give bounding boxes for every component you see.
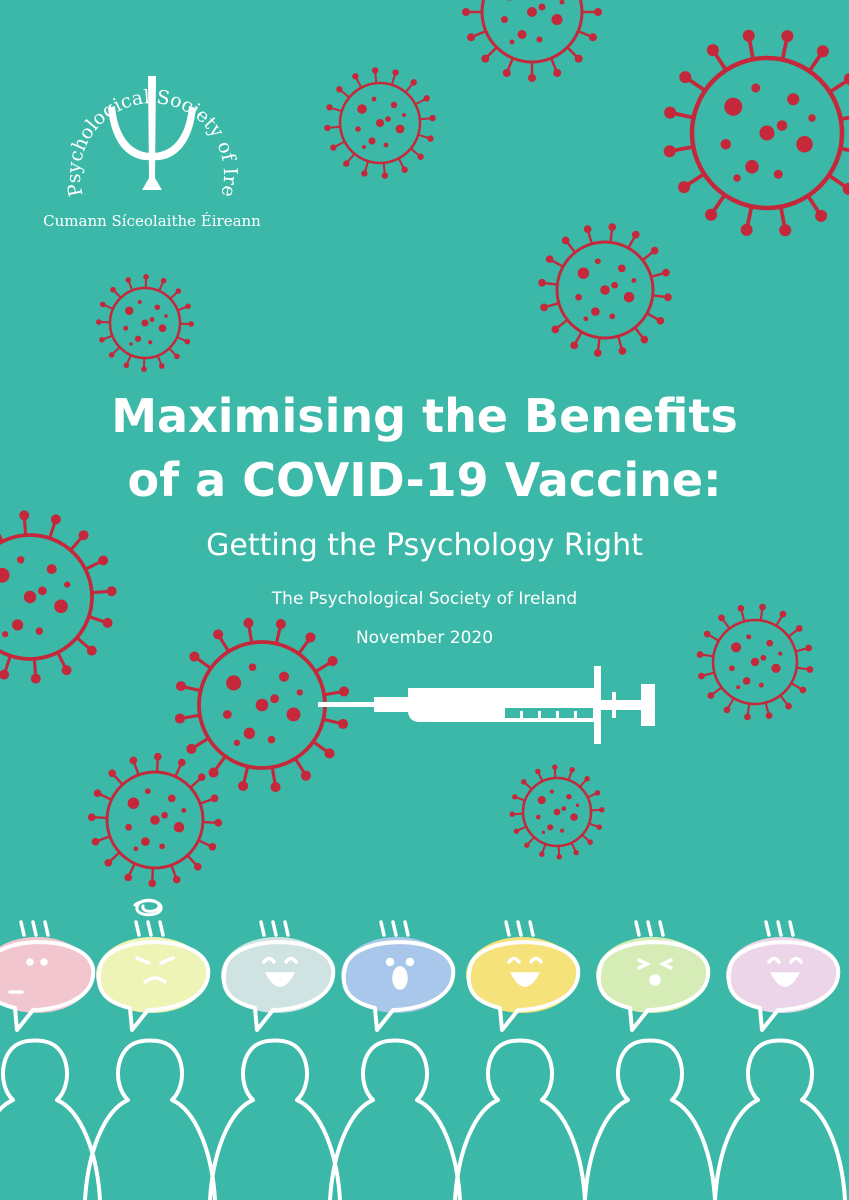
people-with-speech-bubbles bbox=[0, 898, 847, 1200]
person-outline bbox=[328, 1038, 462, 1200]
speech-bubble bbox=[0, 920, 96, 1032]
virus-icon bbox=[324, 67, 436, 179]
subtitle: Getting the Psychology Right bbox=[206, 528, 643, 563]
organisation-name: The Psychological Society of Ireland bbox=[271, 589, 578, 609]
speech-bubble bbox=[466, 920, 581, 1032]
virus-icon bbox=[663, 29, 849, 237]
virus-icon bbox=[462, 0, 602, 82]
virus-icon bbox=[96, 274, 194, 372]
publication-date: November 2020 bbox=[355, 628, 494, 648]
title-line-2: of a COVID-19 Vaccine: bbox=[127, 453, 722, 507]
speech-bubble bbox=[341, 920, 456, 1032]
psi-logo: The Psychological Society of Ireland Cum… bbox=[0, 0, 261, 230]
person-outline bbox=[453, 1038, 587, 1200]
document-cover: The Psychological Society of Ireland Cum… bbox=[0, 0, 849, 1200]
virus-icon bbox=[87, 752, 223, 888]
person-with-speech-bubble bbox=[83, 898, 217, 1200]
person-outline bbox=[208, 1038, 342, 1200]
virus-icon bbox=[696, 603, 814, 721]
person-with-speech-bubble bbox=[208, 920, 342, 1200]
person-with-speech-bubble bbox=[0, 920, 102, 1200]
speech-bubble bbox=[726, 920, 841, 1032]
person-with-speech-bubble bbox=[453, 920, 587, 1200]
speech-bubble bbox=[596, 920, 711, 1032]
person-outline bbox=[713, 1038, 847, 1200]
speech-bubble bbox=[96, 898, 211, 1032]
title-line-1: Maximising the Benefits bbox=[111, 389, 738, 443]
speech-bubble bbox=[221, 920, 336, 1032]
virus-icon bbox=[538, 223, 672, 357]
person-with-speech-bubble bbox=[583, 920, 717, 1200]
person-outline bbox=[83, 1038, 217, 1200]
syringe-icon bbox=[318, 666, 655, 744]
person-outline bbox=[0, 1038, 102, 1200]
person-with-speech-bubble bbox=[713, 920, 847, 1200]
logo-name-text: The Psychological Society of Ireland bbox=[0, 0, 241, 199]
logo-subtitle: Cumann Síceolaithe Éireann bbox=[43, 212, 261, 230]
person-outline bbox=[583, 1038, 717, 1200]
person-with-speech-bubble bbox=[328, 920, 462, 1200]
virus-icon bbox=[509, 764, 605, 860]
